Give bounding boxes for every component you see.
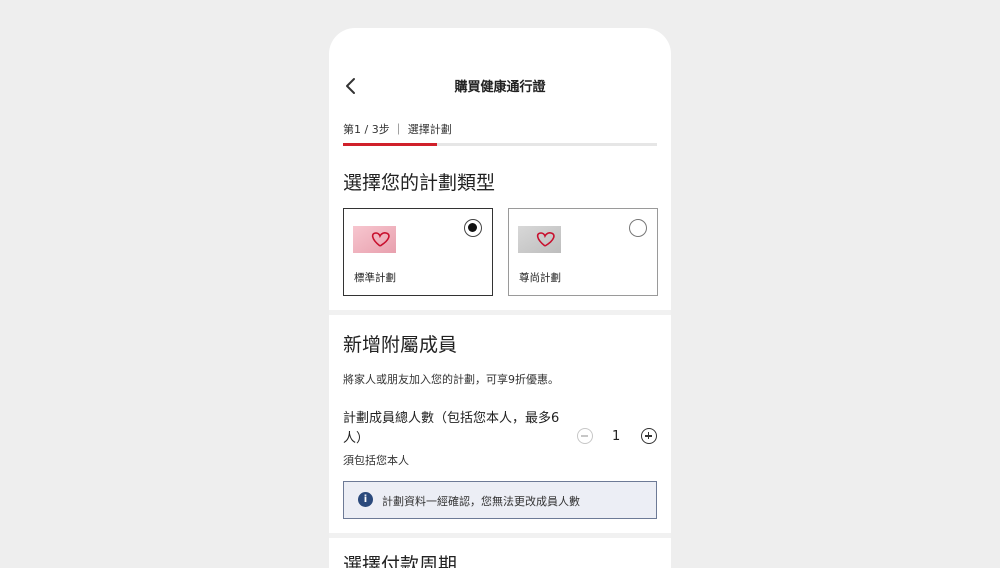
plan-type-heading: 選擇您的計劃類型 <box>343 172 496 194</box>
page-title: 購買健康通行證 <box>454 80 546 95</box>
member-count-value: 1 <box>612 429 621 444</box>
heart-card-pink-icon <box>353 226 396 253</box>
plan-name: 尊尚計劃 <box>519 272 561 284</box>
add-members-heading: 新增附屬成員 <box>343 334 458 356</box>
radio-unselected[interactable] <box>629 219 647 237</box>
step-indicator: 第1 / 3步 ｜ 選擇計劃 <box>343 123 452 136</box>
progress-bar <box>343 143 657 146</box>
plan-card-premium[interactable]: 尊尚計劃 <box>508 208 658 296</box>
members-description: 將家人或朋友加入您的計劃，可享9折優惠。 <box>343 373 559 386</box>
info-banner: i 計劃資料一經確認，您無法更改成員人數 <box>343 481 657 519</box>
header: 購買健康通行證 <box>329 28 671 118</box>
plan-card-standard[interactable]: 標準計劃 <box>343 208 493 296</box>
info-icon: i <box>358 492 373 507</box>
phone-screen: 購買健康通行證 第1 / 3步 ｜ 選擇計劃 選擇您的計劃類型 標準計劃 尊尚計… <box>329 28 671 568</box>
member-count-note: 須包括您本人 <box>343 454 409 467</box>
heart-card-grey-icon <box>518 226 561 253</box>
section-divider <box>329 310 671 315</box>
plan-name: 標準計劃 <box>354 272 396 284</box>
radio-selected[interactable] <box>464 219 482 237</box>
member-count-label: 計劃成員總人數（包括您本人，最多6人） <box>343 411 560 446</box>
payment-cycle-heading: 選擇付款周期 <box>343 554 458 568</box>
info-text: 計劃資料一經確認，您無法更改成員人數 <box>382 495 580 508</box>
increase-button[interactable] <box>641 428 657 444</box>
section-divider <box>329 533 671 538</box>
decrease-button[interactable] <box>577 428 593 444</box>
progress-bar-fill <box>343 143 438 146</box>
